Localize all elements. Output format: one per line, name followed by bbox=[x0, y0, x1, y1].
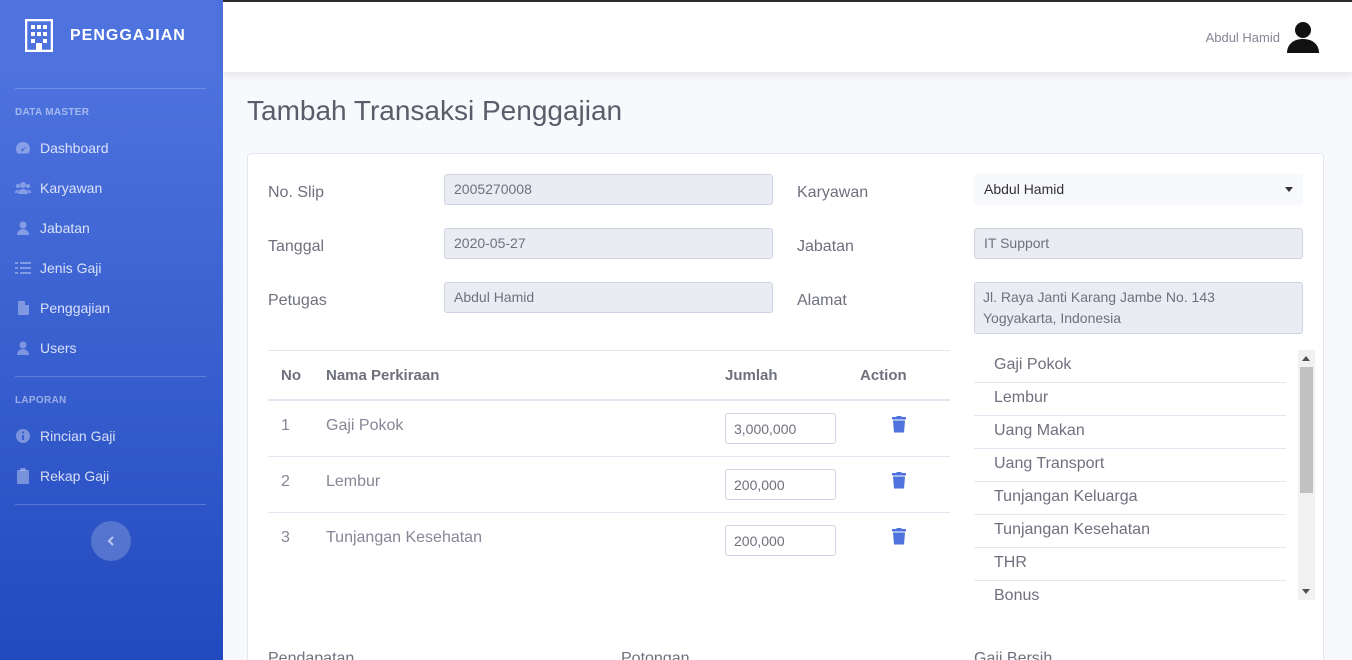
sidebar-item-users[interactable]: Users bbox=[15, 334, 206, 362]
user-name[interactable]: Abdul Hamid bbox=[1206, 30, 1280, 45]
jabatan-field[interactable]: IT Support bbox=[974, 228, 1303, 259]
no-slip-label: No. Slip bbox=[268, 184, 325, 201]
list-item[interactable]: Uang Transport bbox=[974, 449, 1286, 482]
table-header-jumlah: Jumlah bbox=[725, 367, 778, 384]
table-header-border bbox=[268, 399, 950, 401]
info-circle-icon bbox=[16, 429, 30, 443]
page-title: Tambah Transaksi Penggajian bbox=[247, 95, 623, 126]
scroll-up-icon[interactable] bbox=[1302, 356, 1310, 361]
tanggal-field[interactable]: 2020-05-27 bbox=[444, 228, 773, 259]
petugas-field[interactable]: Abdul Hamid bbox=[444, 282, 773, 313]
table-header-no: No bbox=[281, 367, 301, 384]
trash-icon[interactable] bbox=[892, 472, 906, 489]
row-nama: Gaji Pokok bbox=[326, 417, 404, 434]
karyawan-label: Karyawan bbox=[797, 184, 869, 201]
sidebar-item-jenis-gaji[interactable]: Jenis Gaji bbox=[15, 254, 206, 282]
list-icon bbox=[15, 262, 31, 274]
user-icon bbox=[17, 341, 29, 355]
avatar[interactable] bbox=[1286, 20, 1320, 54]
row-divider bbox=[268, 456, 950, 457]
table-top-border bbox=[268, 350, 950, 351]
sidebar-item-penggajian[interactable]: Penggajian bbox=[15, 294, 206, 322]
table-header-nama: Nama Perkiraan bbox=[326, 367, 440, 384]
sidebar-item-label: Dashboard bbox=[40, 140, 109, 156]
sidebar-heading-laporan: LAPORAN bbox=[15, 395, 67, 406]
file-icon bbox=[18, 301, 29, 315]
jumlah-input[interactable]: 200,000 bbox=[725, 469, 836, 500]
jumlah-input[interactable]: 3,000,000 bbox=[725, 413, 836, 444]
list-scrollbar-thumb[interactable] bbox=[1300, 367, 1313, 493]
list-item[interactable]: THR bbox=[974, 548, 1286, 581]
user-icon bbox=[17, 221, 29, 235]
tachometer-icon bbox=[16, 142, 30, 154]
list-item[interactable]: Gaji Pokok bbox=[974, 350, 1286, 383]
list-item[interactable]: Lembur bbox=[974, 383, 1286, 416]
list-item[interactable]: Bonus bbox=[974, 581, 1286, 600]
sidebar-brand[interactable]: PENGGAJIAN bbox=[0, 0, 223, 72]
karyawan-selected-value: Abdul Hamid bbox=[984, 181, 1065, 197]
row-nama: Lembur bbox=[326, 473, 381, 490]
sidebar-item-rekap-gaji[interactable]: Rekap Gaji bbox=[15, 462, 206, 490]
sidebar-item-label: Jabatan bbox=[40, 220, 90, 236]
no-slip-field[interactable]: 2005270008 bbox=[444, 174, 773, 205]
jumlah-input[interactable]: 200,000 bbox=[725, 525, 836, 556]
pendapatan-label: Pendapatan bbox=[268, 650, 355, 660]
jenis-gaji-list[interactable]: Gaji Pokok Lembur Uang Makan Uang Transp… bbox=[974, 350, 1315, 600]
users-icon bbox=[15, 182, 31, 194]
sidebar-item-label: Jenis Gaji bbox=[40, 260, 102, 276]
sidebar-heading-master: DATA MASTER bbox=[15, 107, 90, 118]
karyawan-select[interactable]: Abdul Hamid bbox=[974, 174, 1303, 205]
trash-icon[interactable] bbox=[892, 528, 906, 545]
tanggal-label: Tanggal bbox=[268, 238, 325, 255]
list-item[interactable]: Tunjangan Keluarga bbox=[974, 482, 1286, 515]
sidebar-divider bbox=[15, 504, 206, 505]
sidebar-item-rincian-gaji[interactable]: Rincian Gaji bbox=[15, 422, 206, 450]
sidebar-item-label: Penggajian bbox=[40, 300, 111, 316]
sidebar-item-karyawan[interactable]: Karyawan bbox=[15, 174, 206, 202]
row-no: 3 bbox=[281, 529, 290, 546]
sidebar-divider bbox=[15, 88, 206, 89]
chevron-left-icon bbox=[107, 536, 114, 546]
alamat-textarea[interactable]: Jl. Raya Janti Karang Jambe No. 143 Yogy… bbox=[974, 282, 1303, 334]
alamat-label: Alamat bbox=[797, 292, 847, 309]
row-nama: Tunjangan Kesehatan bbox=[326, 529, 482, 546]
sidebar-toggle-button[interactable] bbox=[91, 521, 131, 561]
sidebar-item-label: Rekap Gaji bbox=[40, 468, 110, 484]
row-no: 1 bbox=[281, 417, 290, 434]
scroll-down-icon[interactable] bbox=[1302, 589, 1310, 594]
topbar: Abdul Hamid bbox=[223, 0, 1352, 72]
building-icon bbox=[25, 19, 53, 52]
trash-icon[interactable] bbox=[892, 416, 906, 433]
sidebar-item-label: Rincian Gaji bbox=[40, 428, 116, 444]
petugas-label: Petugas bbox=[268, 292, 327, 309]
row-no: 2 bbox=[281, 473, 290, 490]
list-item[interactable]: Tunjangan Kesehatan bbox=[974, 515, 1286, 548]
clipboard-icon bbox=[17, 468, 29, 484]
sidebar-item-label: Karyawan bbox=[40, 180, 103, 196]
caret-down-icon bbox=[1285, 187, 1293, 192]
brand-name: PENGGAJIAN bbox=[70, 27, 186, 44]
table-header-action: Action bbox=[860, 367, 907, 384]
sidebar-item-label: Users bbox=[40, 340, 77, 356]
jabatan-label: Jabatan bbox=[797, 238, 854, 255]
potongan-label: Potongan bbox=[621, 650, 690, 660]
list-item[interactable]: Uang Makan bbox=[974, 416, 1286, 449]
sidebar-divider bbox=[15, 376, 206, 377]
gaji-bersih-label: Gaji Bersih bbox=[974, 650, 1053, 660]
sidebar: PENGGAJIAN DATA MASTER Dashboard Karyawa… bbox=[0, 0, 223, 660]
row-divider bbox=[268, 512, 950, 513]
sidebar-item-dashboard[interactable]: Dashboard bbox=[15, 134, 206, 162]
sidebar-item-jabatan[interactable]: Jabatan bbox=[15, 214, 206, 242]
